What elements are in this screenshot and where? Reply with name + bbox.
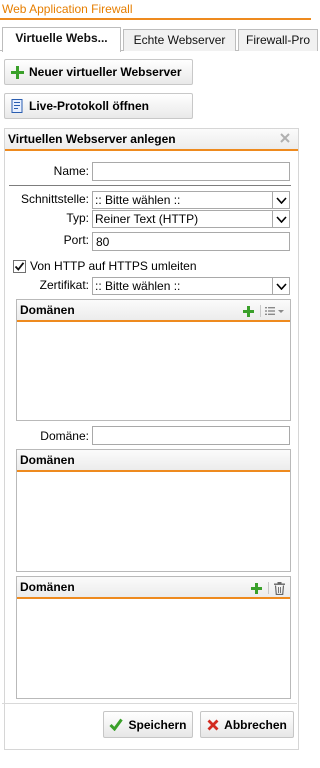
list-menu-icon[interactable] [264,304,286,318]
new-virtual-webserver-label: Neuer virtueller Webserver [29,65,182,79]
trash-icon[interactable] [272,581,286,595]
x-icon [207,719,219,731]
tab-virtual-webservers[interactable]: Virtuelle Webs... [2,27,121,52]
domains-grid-2: Domänen [16,449,291,572]
open-live-log-button[interactable]: Live-Protokoll öffnen [4,93,193,119]
plus-icon[interactable] [249,581,263,595]
tab-bar: Virtuelle Webs... Echte Webserver Firewa… [0,27,318,52]
save-label: Speichern [128,717,187,732]
interface-select-value: :: Bitte wählen :: [95,193,181,207]
plus-icon[interactable] [241,304,255,318]
domains-grid-3-tools [246,580,286,596]
tab-real-webservers[interactable]: Echte Webserver [123,29,236,51]
new-virtual-webserver-button[interactable]: Neuer virtueller Webserver [4,59,193,85]
port-input[interactable] [92,232,290,251]
check-icon [109,718,124,731]
close-icon[interactable] [278,132,292,146]
tool-divider [268,582,269,594]
chevron-down-icon [272,278,289,294]
certificate-select[interactable]: :: Bitte wählen :: [92,277,290,295]
chevron-down-icon [272,192,289,208]
certificate-label: Zertifikat: [39,278,89,292]
redirect-https-checkbox[interactable] [13,260,26,273]
type-label: Typ: [66,211,89,225]
open-live-log-label: Live-Protokoll öffnen [29,99,149,113]
create-virtual-webserver-dialog: Virtuellen Webserver anlegen Name: Schni… [4,128,299,750]
certificate-select-value: :: Bitte wählen :: [95,279,181,293]
chevron-down-icon [272,211,289,227]
name-label: Name: [53,164,89,178]
app-title: Web Application Firewall [0,0,311,20]
plus-icon [10,65,24,79]
divider [9,185,291,186]
tab-firewall-profiles[interactable]: Firewall-Pro [238,29,318,51]
cancel-button[interactable]: Abbrechen [200,711,294,738]
save-button[interactable]: Speichern [103,711,193,738]
domain-label: Domäne: [40,429,89,443]
interface-select[interactable]: :: Bitte wählen :: [92,191,290,209]
domains-grid-1: Domänen [16,299,291,421]
name-input[interactable] [92,162,290,181]
domains-grid-3: Domänen [16,576,291,699]
domains-grid-1-tools [238,303,286,319]
type-select[interactable]: Reiner Text (HTTP) [92,210,290,228]
domains-grid-2-header: Domänen [17,450,290,472]
cancel-label: Abbrechen [224,717,287,732]
interface-label: Schnittstelle: [20,192,89,206]
log-document-icon [10,99,24,113]
dialog-title: Virtuellen Webserver anlegen [5,129,298,151]
type-select-value: Reiner Text (HTTP) [95,212,199,226]
domain-input[interactable] [92,426,290,445]
tool-divider [260,305,261,317]
footer-divider [2,703,297,704]
port-label: Port: [63,233,89,247]
redirect-https-label: Von HTTP auf HTTPS umleiten [30,259,197,273]
